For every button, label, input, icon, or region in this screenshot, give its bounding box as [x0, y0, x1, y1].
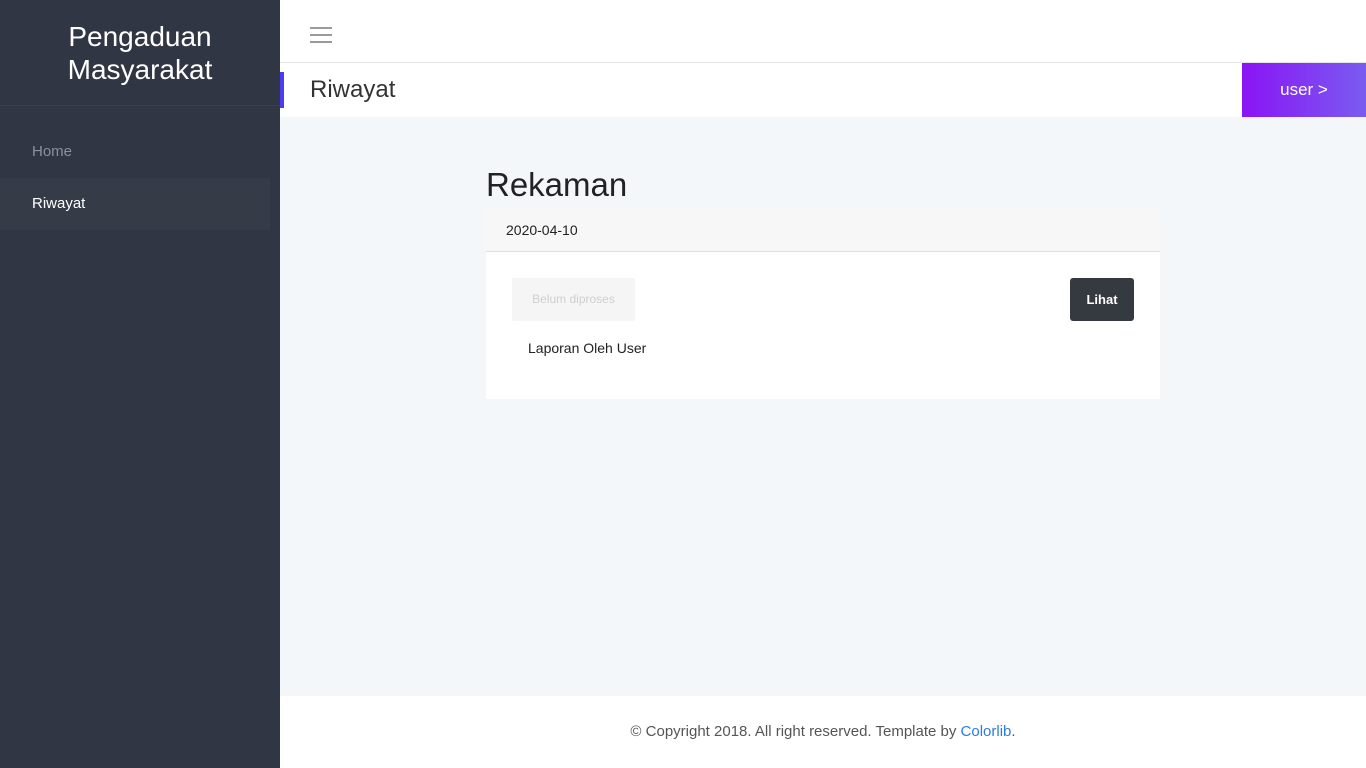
view-button[interactable]: Lihat	[1070, 278, 1134, 321]
sidebar-item-riwayat[interactable]: Riwayat	[0, 178, 270, 230]
hamburger-menu-icon[interactable]	[310, 27, 332, 43]
sidebar: Pengaduan Masyarakat Home Riwayat	[0, 0, 280, 768]
footer-copyright: © Copyright 2018. All right reserved. Te…	[630, 723, 961, 740]
title-accent-bar	[280, 72, 284, 108]
footer: © Copyright 2018. All right reserved. Te…	[280, 696, 1366, 768]
footer-period: .	[1011, 723, 1016, 740]
footer-colorlib-link[interactable]: Colorlib	[961, 723, 1012, 740]
section-title: Rekaman	[486, 166, 628, 203]
sidebar-item-home[interactable]: Home	[0, 126, 270, 178]
report-date: 2020-04-10	[486, 209, 1160, 252]
page-title: Riwayat	[310, 76, 396, 103]
brand: Pengaduan Masyarakat	[0, 0, 280, 106]
report-card-body: Belum diproses Lihat Laporan Oleh User	[486, 252, 1160, 399]
main-content: Rekaman 2020-04-10 Belum diproses Lihat …	[486, 165, 1160, 399]
brand-title[interactable]: Pengaduan Masyarakat	[50, 20, 230, 86]
topbar	[280, 0, 1366, 63]
page-header: Riwayat user >	[280, 63, 1366, 117]
report-card: 2020-04-10 Belum diproses Lihat Laporan …	[486, 209, 1160, 399]
report-author: Laporan Oleh User	[528, 340, 647, 356]
status-badge: Belum diproses	[512, 278, 635, 321]
sidebar-nav: Home Riwayat	[0, 126, 280, 230]
user-menu-button[interactable]: user >	[1242, 63, 1366, 117]
